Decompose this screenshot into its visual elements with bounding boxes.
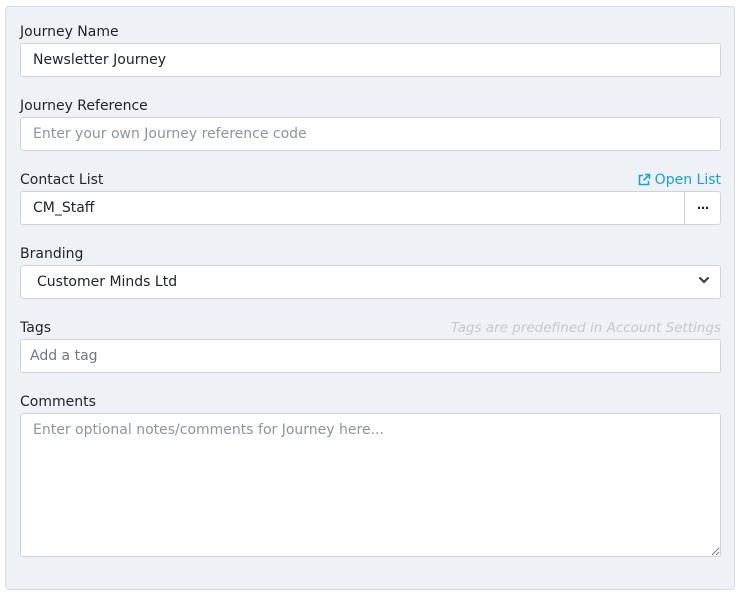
comments-label: Comments bbox=[20, 394, 96, 410]
branding-selected-value: Customer Minds Ltd bbox=[37, 274, 178, 290]
comments-group: Comments bbox=[20, 391, 721, 557]
tags-hint: Tags are predefined in Account Settings bbox=[450, 320, 721, 336]
journey-details-panel: Journey Name Journey Reference Contact L… bbox=[5, 6, 735, 590]
comments-textarea[interactable] bbox=[20, 413, 721, 557]
open-list-link[interactable]: Open List bbox=[637, 171, 721, 189]
open-list-label: Open List bbox=[654, 172, 721, 188]
contact-list-input-group: ⋯ bbox=[20, 191, 721, 225]
branding-group: Branding Customer Minds Ltd bbox=[20, 243, 721, 299]
journey-name-input[interactable] bbox=[20, 43, 721, 77]
journey-reference-group: Journey Reference bbox=[20, 95, 721, 151]
journey-reference-label: Journey Reference bbox=[20, 98, 148, 114]
tags-placeholder: Add a tag bbox=[30, 348, 98, 364]
journey-reference-input[interactable] bbox=[20, 117, 721, 151]
journey-name-label: Journey Name bbox=[20, 24, 119, 40]
branding-select[interactable]: Customer Minds Ltd bbox=[20, 265, 721, 299]
journey-name-group: Journey Name bbox=[20, 21, 721, 77]
contact-list-input[interactable] bbox=[20, 191, 685, 225]
contact-list-label: Contact List bbox=[20, 172, 104, 188]
tags-group: Tags Tags are predefined in Account Sett… bbox=[20, 317, 721, 373]
contact-list-group: Contact List Open List ⋯ bbox=[20, 169, 721, 225]
contact-list-more-button[interactable]: ⋯ bbox=[685, 191, 721, 225]
external-link-icon bbox=[637, 173, 651, 187]
more-icon: ⋯ bbox=[697, 201, 709, 215]
tags-label: Tags bbox=[20, 320, 51, 336]
branding-label: Branding bbox=[20, 246, 84, 262]
tags-input[interactable]: Add a tag bbox=[20, 339, 721, 373]
chevron-down-icon bbox=[698, 274, 710, 290]
